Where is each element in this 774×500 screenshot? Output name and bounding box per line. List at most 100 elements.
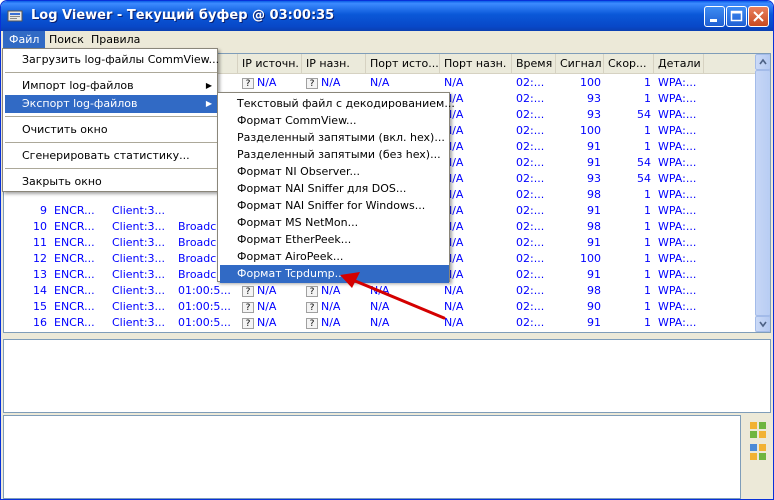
cell-time: 02:...: [512, 283, 556, 299]
menu-rules[interactable]: Правила: [85, 31, 146, 49]
export-item-1[interactable]: Формат CommView...: [220, 112, 449, 130]
cell-port-dst: N/A: [440, 75, 512, 91]
export-item-0[interactable]: Текстовый файл с декодированием...: [220, 95, 455, 113]
export-item-7[interactable]: Формат MS NetMon...: [220, 214, 449, 232]
scroll-down-button[interactable]: [755, 316, 770, 332]
cell-text: WPA:...: [658, 236, 697, 249]
title-bar[interactable]: Log Viewer - Текущий буфер @ 03:00:35: [1, 1, 773, 31]
export-item-10[interactable]: Формат Tcpdump...: [220, 265, 449, 283]
menu-item-import-logs[interactable]: Импорт log-файлов ▶: [5, 77, 217, 95]
cell-type: ENCR...: [50, 267, 108, 283]
cell-text: N/A: [370, 284, 390, 297]
cell-text: N/A: [444, 316, 464, 329]
export-item-6[interactable]: Формат NAI Sniffer for Windows...: [220, 197, 449, 215]
cell-text: 02:...: [516, 188, 545, 201]
cell-text: WPA:...: [658, 332, 696, 333]
cell-details: WPA:...: [654, 187, 704, 203]
menu-item-close-window[interactable]: Закрыть окно: [5, 173, 217, 191]
export-item-5[interactable]: Формат NAI Sniffer для DOS...: [220, 180, 449, 198]
layout-toggle-icon[interactable]: [749, 421, 767, 439]
menu-separator: [5, 168, 217, 169]
cell-port-dst: N/A: [440, 331, 512, 332]
packet-hex-pane[interactable]: [3, 415, 741, 499]
export-item-8[interactable]: Формат EtherPeek...: [220, 231, 449, 249]
cell-speed: 54: [604, 171, 654, 187]
column-header-speed[interactable]: Скор...: [604, 54, 654, 74]
cell-text: 02:...: [516, 332, 544, 333]
cell-text: 93: [587, 172, 601, 185]
cell-ip-dst: ?N/A: [302, 299, 366, 315]
cell-text: 10: [33, 220, 47, 233]
column-header-details[interactable]: Детали: [654, 54, 704, 74]
cell-text: ENCR...: [54, 236, 95, 249]
export-item-4[interactable]: Формат NI Observer...: [220, 163, 449, 181]
cell-details: WPA:...: [654, 235, 704, 251]
cell-destination: 01:00:5...: [174, 299, 238, 315]
cell-text: WPA:...: [658, 220, 697, 233]
menu-item-clear-window[interactable]: Очистить окно: [5, 121, 217, 139]
column-header-ip-dst[interactable]: IP назн.: [302, 54, 366, 74]
cell-text: 01:00:5...: [178, 284, 231, 297]
export-item-9[interactable]: Формат AiroPeek...: [220, 248, 449, 266]
cell-signal: 98: [556, 187, 604, 203]
cell-text: Client:3...: [112, 268, 166, 281]
cell-ip-dst: ?N/A: [302, 283, 366, 299]
cell-text: WPA:...: [658, 252, 697, 265]
cell-text: ENCR...: [54, 220, 95, 233]
table-row[interactable]: 16 ENCR... Client:3... 01:00:5...? N/A? N/A N/…: [4, 315, 754, 331]
cell-text: 1: [644, 268, 651, 281]
column-header-port-src[interactable]: Порт исто...: [366, 54, 440, 74]
cell-ip-src: ?N/A: [238, 299, 302, 315]
minimize-button[interactable]: [704, 6, 725, 27]
menu-search[interactable]: Поиск: [43, 31, 90, 49]
menu-item-export-logs[interactable]: Экспорт log-файлов ▶: [5, 95, 217, 113]
cell-speed: 1: [604, 235, 654, 251]
cell-time: 02:...: [512, 251, 556, 267]
cell-text: 16: [33, 316, 47, 329]
export-item-2[interactable]: Разделенный запятыми (вкл. hex)...: [220, 129, 449, 147]
cell-signal: 100: [556, 123, 604, 139]
cell-text: ENCR...: [54, 316, 95, 329]
cell-text: 1: [644, 76, 651, 89]
scroll-up-button[interactable]: [755, 54, 770, 70]
column-header-ip-src[interactable]: IP источн.: [238, 54, 302, 74]
menu-item-label: Формат AiroPeek...: [237, 250, 344, 263]
cell-port-dst: N/A: [440, 139, 512, 155]
cell-time: 02:...: [512, 139, 556, 155]
column-header-port-dst[interactable]: Порт назн.: [440, 54, 512, 74]
cell-type: ENCR...: [50, 203, 108, 219]
cell-speed: 1: [604, 267, 654, 283]
menu-item-load-logs[interactable]: Загрузить log-файлы CommView...: [5, 51, 219, 69]
table-row[interactable]: 15 ENCR... Client:3... 01:00:5...? N/A? N/A N/…: [4, 299, 754, 315]
cell-text: N/A: [257, 300, 277, 313]
close-button[interactable]: [748, 6, 769, 27]
cell-text: 1: [644, 284, 651, 297]
table-row[interactable]: 14 ENCR... Client:3... 01:00:5...? N/A? N/A N/…: [4, 283, 754, 299]
unknown-protocol-icon: ?: [306, 301, 318, 313]
cell-time: 02:...: [512, 219, 556, 235]
vertical-scrollbar[interactable]: [755, 54, 770, 332]
column-header-time[interactable]: Время: [512, 54, 556, 74]
maximize-button[interactable]: [726, 6, 747, 27]
cell-text: 1: [644, 220, 651, 233]
column-header-signal[interactable]: Сигнал: [556, 54, 604, 74]
menu-item-generate-stats[interactable]: Сгенерировать статистику...: [5, 147, 217, 165]
cell-signal: 100: [556, 251, 604, 267]
cell-text: 01:00:5...: [178, 332, 231, 333]
scroll-thumb[interactable]: [755, 70, 770, 316]
cell-type: ENCR...: [50, 283, 108, 299]
cell-details: WPA:...: [654, 75, 704, 91]
cell-number: 13: [4, 267, 50, 283]
export-item-3[interactable]: Разделенный запятыми (без hex)...: [220, 146, 449, 164]
cell-ip-src: ?N/A: [238, 75, 302, 91]
table-row[interactable]: 17ENCR...Client:3...01:00:5...?N/A?N/AN/…: [4, 331, 754, 333]
menu-separator: [5, 116, 217, 117]
cell-text: 02:...: [516, 172, 545, 185]
menu-file[interactable]: Файл: [3, 31, 46, 49]
layout-switch-icon[interactable]: [749, 443, 767, 461]
packet-details-pane[interactable]: [3, 339, 771, 413]
maximize-icon: [730, 10, 743, 22]
cell-speed: 1: [604, 75, 654, 91]
cell-text: 91: [587, 140, 601, 153]
menu-item-label: Формат MS NetMon...: [237, 216, 359, 229]
